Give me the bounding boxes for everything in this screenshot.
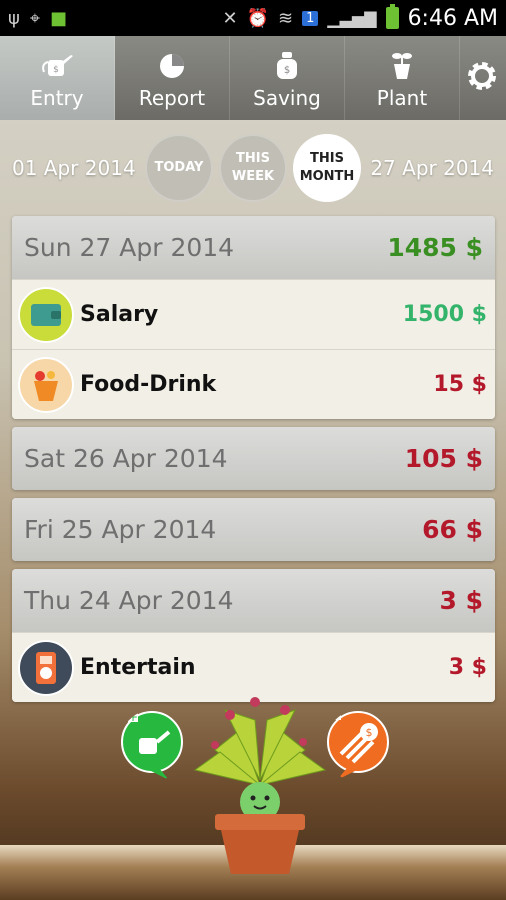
day-group: Thu 24 Apr 2014 3 $ Entertain 3 $ (12, 569, 495, 702)
day-header[interactable]: Thu 24 Apr 2014 3 $ (12, 569, 495, 632)
this-month-label-line2: MONTH (299, 169, 355, 184)
mute-icon: ✕ (222, 7, 238, 29)
tab-entry[interactable]: $ Entry (0, 36, 115, 120)
transaction-item[interactable]: Food-Drink 15 $ (12, 349, 495, 419)
transaction-amount: 3 $ (448, 655, 487, 680)
day-header[interactable]: Fri 25 Apr 2014 66 $ (12, 498, 495, 561)
today-filter-button[interactable]: TODAY (145, 134, 213, 202)
day-total: 105 $ (404, 444, 483, 473)
transaction-item[interactable]: Salary 1500 $ (12, 279, 495, 349)
svg-text:$: $ (366, 726, 373, 739)
tab-plant[interactable]: Plant (345, 36, 460, 120)
transaction-list: Sun 27 Apr 2014 1485 $ Salary 1500 $ Foo… (12, 216, 495, 710)
tab-entry-label: Entry (30, 86, 84, 110)
this-week-label-line1: THIS (236, 151, 270, 166)
tab-report-label: Report (138, 86, 206, 110)
wallet-icon (18, 286, 74, 343)
day-group: Fri 25 Apr 2014 66 $ (12, 498, 495, 561)
day-header[interactable]: Sun 27 Apr 2014 1485 $ (12, 216, 495, 279)
watering-can-icon: $ (42, 55, 73, 76)
this-month-label-line1: THIS (310, 151, 344, 166)
transaction-amount: 1500 $ (402, 302, 487, 327)
money-bag-icon: $ (277, 52, 297, 79)
range-end-date[interactable]: 27 Apr 2014 (370, 156, 494, 180)
wifi-icon: ≋ (277, 7, 294, 29)
this-month-filter-button[interactable]: THIS MONTH (293, 134, 361, 202)
day-group: Sat 26 Apr 2014 105 $ (12, 427, 495, 490)
date-range-bar: 01 Apr 2014 TODAY THIS WEEK THIS MONTH 2… (0, 120, 506, 216)
tab-saving-label: Saving (253, 86, 321, 110)
this-week-label-line2: WEEK (231, 169, 275, 184)
day-total: 66 $ (422, 515, 483, 544)
day-date: Sun 27 Apr 2014 (24, 233, 235, 262)
day-header[interactable]: Sat 26 Apr 2014 105 $ (12, 427, 495, 490)
food-drink-icon (18, 356, 74, 413)
day-total: 1485 $ (387, 233, 483, 262)
alarm-icon: ⏰ (246, 7, 269, 29)
day-date: Thu 24 Apr 2014 (24, 586, 234, 615)
range-start-date[interactable]: 01 Apr 2014 (12, 156, 136, 180)
transaction-amount: 15 $ (433, 372, 487, 397)
sim-badge: 1 (302, 10, 319, 26)
svg-text:$: $ (53, 65, 59, 75)
tab-saving[interactable]: $ Saving (230, 36, 345, 120)
day-date: Sat 26 Apr 2014 (24, 444, 228, 473)
main-tab-bar: $ Entry Report $ Saving Plant (0, 36, 506, 120)
category-name: Food-Drink (80, 372, 217, 397)
category-name: Entertain (80, 655, 196, 680)
tab-report[interactable]: Report (115, 36, 230, 120)
plant-pot-icon[interactable] (185, 690, 335, 880)
day-date: Fri 25 Apr 2014 (24, 515, 217, 544)
usb-icon: ψ (8, 7, 20, 29)
android-icon: ■ (50, 7, 68, 29)
gps-icon: ⌖ (29, 7, 41, 29)
battery-icon (385, 4, 399, 29)
plant-scene: + $ (115, 690, 395, 880)
status-bar: ψ ⌖ ■ ✕ ⏰ ≋ 1 ▁▃▅▇ 6:46 AM (0, 0, 506, 36)
day-total: 3 $ (439, 586, 484, 615)
clock: 6:46 AM (407, 5, 498, 31)
tab-plant-label: Plant (376, 86, 428, 110)
this-week-filter-button[interactable]: THIS WEEK (219, 134, 287, 202)
pie-chart-icon (160, 54, 184, 78)
signal-icon: ▁▃▅▇ (327, 8, 377, 28)
settings-gear-icon[interactable] (464, 58, 500, 94)
sprout-pot-icon (392, 53, 412, 79)
svg-text:+: + (128, 710, 138, 724)
add-income-bubble-icon[interactable]: + (119, 710, 185, 782)
day-group: Sun 27 Apr 2014 1485 $ Salary 1500 $ Foo… (12, 216, 495, 419)
category-name: Salary (80, 302, 159, 327)
entertainment-icon (18, 639, 74, 696)
today-filter-label: TODAY (154, 160, 204, 175)
svg-text:$: $ (284, 65, 290, 76)
